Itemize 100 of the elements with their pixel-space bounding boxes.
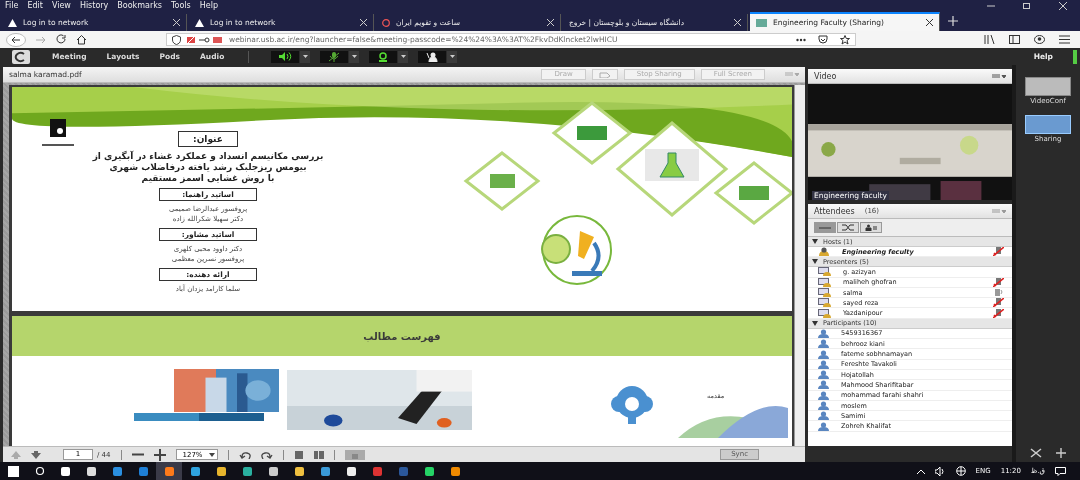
app-icon[interactable] xyxy=(449,465,461,477)
slide-title: بررسی مکانیسم انسداد و عملکرد غشاء در آبگیری از بیومس ریزجلبک رشد یافته درفاضلاب شهری با روش غشایی اسمز مستقیم xyxy=(91,151,325,184)
notification-icon[interactable] xyxy=(1055,466,1066,476)
app-icon[interactable] xyxy=(59,465,71,477)
single-page-icon[interactable] xyxy=(293,449,304,460)
scrollbar[interactable] xyxy=(794,85,805,446)
blocked-icon xyxy=(187,35,223,44)
reload-icon[interactable] xyxy=(56,34,67,45)
muted-microphone-icon xyxy=(993,298,1004,308)
app-icon[interactable] xyxy=(189,465,201,477)
person-icon xyxy=(818,370,829,380)
muted-microphone-icon xyxy=(993,277,1004,287)
person-icon xyxy=(818,411,829,421)
start-icon[interactable] xyxy=(7,465,19,477)
dropdown-button[interactable] xyxy=(447,50,458,63)
caret-icon xyxy=(400,55,406,58)
expand-icon xyxy=(812,320,818,326)
menu-item[interactable]: View xyxy=(51,1,71,10)
breakout-view-button[interactable] xyxy=(837,222,859,233)
globe-icon[interactable] xyxy=(955,466,966,476)
raise-hand-button[interactable] xyxy=(418,50,447,63)
speaker-icon xyxy=(278,52,293,61)
next-page-icon[interactable] xyxy=(31,450,41,459)
menu-item[interactable]: Help xyxy=(199,1,218,10)
redo-icon[interactable] xyxy=(260,450,273,459)
zoom-out-icon[interactable] xyxy=(131,453,144,456)
connection-indicator xyxy=(1073,49,1077,64)
presenter-icon xyxy=(818,277,831,287)
menu-item[interactable]: Bookmarks xyxy=(117,1,163,10)
host-icon xyxy=(818,247,830,257)
home-icon[interactable] xyxy=(76,34,87,45)
dropdown-button[interactable] xyxy=(349,50,360,63)
shuffle-icon xyxy=(841,224,855,231)
site-icon xyxy=(756,18,767,27)
presenter-icon xyxy=(818,267,831,277)
zoom-in-icon[interactable] xyxy=(153,448,166,461)
list-icon xyxy=(818,224,832,231)
chevron-icon[interactable] xyxy=(916,468,925,474)
account-icon[interactable] xyxy=(1034,35,1045,44)
person-icon xyxy=(818,380,829,390)
tools-icon[interactable] xyxy=(1030,448,1042,458)
speaker-button[interactable] xyxy=(271,50,300,63)
library-icon[interactable] xyxy=(984,35,995,44)
slide-title: فهرست مطالب xyxy=(363,330,441,342)
expand-icon xyxy=(812,259,818,265)
more-icon[interactable] xyxy=(796,37,806,42)
expand-icon xyxy=(812,239,818,244)
caret-icon xyxy=(351,55,357,58)
person-icon xyxy=(818,328,829,338)
sidebar-icon[interactable] xyxy=(1009,35,1020,44)
app-icon[interactable] xyxy=(345,465,357,477)
search-icon[interactable] xyxy=(33,465,45,477)
person-icon xyxy=(818,401,829,410)
menu-item[interactable]: Edit xyxy=(27,1,43,10)
app-icon[interactable] xyxy=(215,465,227,477)
microphone-icon xyxy=(993,288,1004,298)
two-page-icon[interactable] xyxy=(313,449,324,460)
raised-hand-icon xyxy=(425,51,440,62)
muted-microphone-icon xyxy=(993,308,1004,318)
caret-icon xyxy=(449,55,455,58)
caret-icon xyxy=(302,55,308,58)
menu-icon[interactable] xyxy=(1059,35,1070,44)
camera-button[interactable] xyxy=(369,50,398,63)
back-icon[interactable] xyxy=(6,32,26,47)
pod-title: Video xyxy=(814,71,837,81)
app-icon[interactable] xyxy=(293,465,305,477)
volume-icon[interactable] xyxy=(934,466,946,476)
dropdown-button[interactable] xyxy=(398,50,409,63)
app-icon[interactable] xyxy=(85,465,97,477)
pointer-icon xyxy=(598,70,611,78)
dropdown-button[interactable] xyxy=(300,50,311,63)
muted-microphone-icon xyxy=(993,247,1004,257)
pod-menu-icon[interactable] xyxy=(992,73,1006,79)
menu-item[interactable]: File xyxy=(5,1,19,10)
status-view-button[interactable] xyxy=(860,222,882,233)
warning-icon xyxy=(8,18,17,27)
slide-heading: عنوان: xyxy=(178,131,238,147)
star-icon[interactable] xyxy=(840,34,850,45)
pocket-icon[interactable] xyxy=(818,35,828,44)
hand-tool-button[interactable] xyxy=(344,449,365,460)
warning-icon xyxy=(195,18,204,27)
menu-item[interactable]: History xyxy=(79,1,109,10)
presenter-icon xyxy=(818,298,831,308)
undo-icon[interactable] xyxy=(238,450,251,459)
menu-item[interactable]: Tools xyxy=(171,1,191,10)
microphone-button[interactable] xyxy=(320,50,349,63)
shield-icon xyxy=(172,34,181,45)
check-icon xyxy=(382,18,390,27)
app-icon[interactable] xyxy=(423,465,435,477)
caret-icon xyxy=(206,450,217,459)
person-list-icon xyxy=(864,224,878,231)
new-tab-icon[interactable] xyxy=(948,16,958,26)
muted-microphone-icon xyxy=(327,51,342,62)
app-icon[interactable] xyxy=(241,465,253,477)
app-icon[interactable] xyxy=(319,465,331,477)
restore-icon[interactable] xyxy=(1022,1,1032,10)
presenter-icon xyxy=(818,308,831,318)
app-icon[interactable] xyxy=(267,465,279,477)
add-icon[interactable] xyxy=(1056,448,1066,458)
close-icon[interactable] xyxy=(926,19,933,26)
